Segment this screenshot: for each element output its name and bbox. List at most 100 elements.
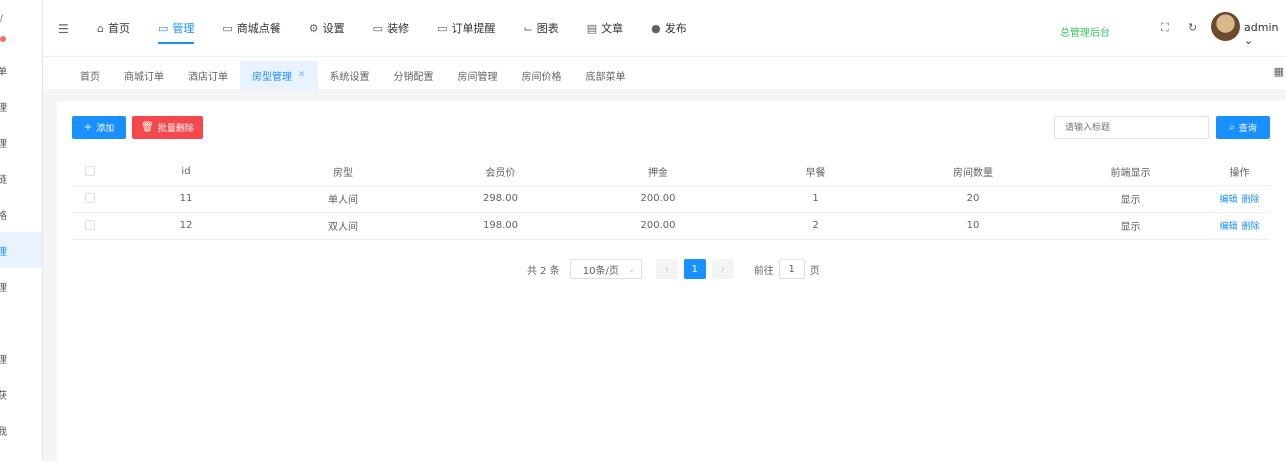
cell-id: 12	[108, 212, 264, 240]
tab-bottom-menu[interactable]: 底部菜单	[574, 61, 638, 89]
delete-link[interactable]: 删除	[1242, 222, 1260, 232]
select-all-checkbox[interactable]	[72, 158, 108, 186]
document-icon: ▤	[586, 21, 598, 35]
monitor-icon: ▭	[372, 21, 384, 35]
row-checkbox[interactable]	[72, 185, 108, 213]
col-header-member-price: 会员价	[422, 158, 579, 186]
cell-deposit: 200.00	[579, 212, 737, 240]
nav-settings[interactable]: ⚙ 设置	[295, 0, 359, 56]
plus-icon: +	[83, 122, 93, 133]
refresh-icon[interactable]: ↻	[1188, 21, 1197, 34]
sidebar-item[interactable]: 获	[0, 376, 42, 412]
user-menu[interactable]: admin ⌄	[1244, 21, 1286, 47]
col-header-actions: 操作	[1209, 158, 1270, 186]
top-navbar: ☰ ⌂ 首页 ▭ 管理 ▭ 商城点餐 ⚙ 设置 ▭ 装修 ▭ 订单提醒 ⌙ 图表 ▤ 文章 ● 发…	[43, 0, 1286, 56]
tab-room-manage[interactable]: 房间管理	[446, 61, 510, 89]
col-header-deposit: 押金	[579, 158, 737, 186]
chevron-down-icon: ⌄	[628, 264, 635, 274]
delete-link[interactable]: 删除	[1242, 195, 1260, 205]
cell-room-count: 10	[894, 212, 1052, 240]
tab-mall-orders[interactable]: 商城订单	[112, 61, 176, 89]
sidebar-item[interactable]: 我	[0, 412, 42, 448]
cell-room-type: 双人间	[264, 212, 422, 240]
tab-hotel-orders[interactable]: 酒店订单	[176, 61, 240, 89]
trash-icon: 🗑	[141, 122, 154, 133]
nav-decorate[interactable]: ▭ 装修	[359, 0, 423, 56]
row-checkbox[interactable]	[72, 212, 108, 240]
col-header-display: 前端显示	[1052, 158, 1209, 186]
content-card: +添加 🗑批量删除 ⌕查询 id 房型 会员价 押金 早餐 房间数量 前端显示	[57, 101, 1286, 461]
pagination: 共 2 条 10条/页 ⌄ ‹ 1 › 前往 1 页	[527, 259, 820, 279]
col-header-breakfast: 早餐	[737, 158, 894, 186]
sidebar-top-fragment: /	[0, 14, 4, 24]
search-button[interactable]: ⌕ 查询	[1216, 116, 1270, 139]
batch-delete-button[interactable]: 🗑 批量删除	[132, 116, 203, 139]
sidebar-item[interactable]: 理	[0, 340, 42, 376]
sidebar-item[interactable]: 格	[0, 196, 42, 232]
close-icon[interactable]: ✕	[298, 70, 306, 80]
prev-page-button[interactable]: ‹	[655, 259, 678, 279]
avatar[interactable]	[1211, 12, 1240, 41]
cell-breakfast: 2	[737, 212, 894, 240]
message-icon: ▭	[222, 21, 233, 35]
cell-actions: 编辑 删除	[1209, 212, 1270, 240]
tab-room-price[interactable]: 房间价格	[510, 61, 574, 89]
cell-member-price: 198.00	[422, 212, 579, 240]
table-row: 11 单人间 298.00 200.00 1 20 显示 编辑 删除	[72, 185, 1270, 213]
admin-backend-link[interactable]: 总管理后台	[1060, 24, 1110, 39]
sidebar-item-active[interactable]: 理	[0, 232, 42, 268]
col-header-room-count: 房间数量	[894, 158, 1052, 186]
edit-link[interactable]: 编辑	[1219, 222, 1237, 232]
sidebar-item[interactable]: 链	[0, 160, 42, 196]
add-button[interactable]: + 添加	[72, 116, 126, 139]
table-header-row: id 房型 会员价 押金 早餐 房间数量 前端显示 操作	[72, 158, 1270, 186]
top-nav: ⌂ 首页 ▭ 管理 ▭ 商城点餐 ⚙ 设置 ▭ 装修 ▭ 订单提醒 ⌙ 图表 ▤ 文章 ● 发布	[83, 0, 701, 56]
pagination-total: 共 2 条	[527, 265, 560, 277]
col-header-id: id	[108, 158, 264, 186]
cell-display: 显示	[1052, 185, 1209, 213]
collapse-menu-icon[interactable]: ☰	[58, 22, 69, 36]
chart-icon: ⌙	[523, 21, 533, 35]
goto-suffix: 页	[809, 265, 820, 277]
nav-articles[interactable]: ▤ 文章	[573, 0, 637, 56]
nav-charts[interactable]: ⌙ 图表	[509, 0, 572, 56]
cell-display: 显示	[1052, 212, 1209, 240]
col-header-room-type: 房型	[264, 158, 422, 186]
cell-room-type: 单人间	[264, 185, 422, 213]
page-size-select[interactable]: 10条/页 ⌄	[569, 259, 642, 279]
nav-mall-order[interactable]: ▭ 商城点餐	[208, 0, 294, 56]
nav-home[interactable]: ⌂ 首页	[83, 0, 144, 56]
tab-home[interactable]: 首页	[68, 61, 112, 89]
cell-actions: 编辑 删除	[1209, 185, 1270, 213]
fullscreen-icon[interactable]: ⛶	[1161, 21, 1169, 35]
tags-view: 首页 商城订单 酒店订单 房型管理 ✕ 系统设置 分销配置 房间管理 房间价格 底…	[43, 56, 1286, 89]
chevron-right-icon: ›	[720, 263, 725, 275]
sidebar: / 单 理 理 链 格 理 理 理 获 我	[0, 0, 43, 461]
tab-room-type[interactable]: 房型管理 ✕	[240, 61, 318, 89]
sidebar-item[interactable]: 理	[0, 268, 42, 304]
nav-publish[interactable]: ● 发布	[637, 0, 701, 56]
sidebar-badge	[0, 36, 6, 42]
goto-page-input[interactable]: 1	[778, 259, 805, 279]
edit-link[interactable]: 编辑	[1219, 195, 1237, 205]
sidebar-item[interactable]: 单	[0, 52, 42, 88]
nav-manage[interactable]: ▭ 管理	[144, 0, 208, 56]
nav-order-remind[interactable]: ▭ 订单提醒	[423, 0, 509, 56]
tab-system-settings[interactable]: 系统设置	[318, 61, 382, 89]
room-type-table: id 房型 会员价 押金 早餐 房间数量 前端显示 操作 11 单人间 298.…	[72, 158, 1270, 240]
tab-distribution[interactable]: 分销配置	[382, 61, 446, 89]
search-icon: ⌕	[1229, 122, 1235, 133]
grid-icon[interactable]: ▦	[1274, 65, 1284, 78]
message-icon: ▭	[437, 21, 448, 35]
page-number-current[interactable]: 1	[683, 259, 706, 279]
cell-room-count: 20	[894, 185, 1052, 213]
sidebar-item[interactable]: 理	[0, 88, 42, 124]
sidebar-item[interactable]: 理	[0, 124, 42, 160]
chevron-left-icon: ‹	[664, 263, 669, 275]
home-icon: ⌂	[97, 21, 104, 35]
search-input[interactable]	[1054, 116, 1209, 139]
cell-id: 11	[108, 185, 264, 213]
next-page-button[interactable]: ›	[711, 259, 734, 279]
main-content: +添加 🗑批量删除 ⌕查询 id 房型 会员价 押金 早餐 房间数量 前端显示	[43, 89, 1286, 461]
cell-deposit: 200.00	[579, 185, 737, 213]
